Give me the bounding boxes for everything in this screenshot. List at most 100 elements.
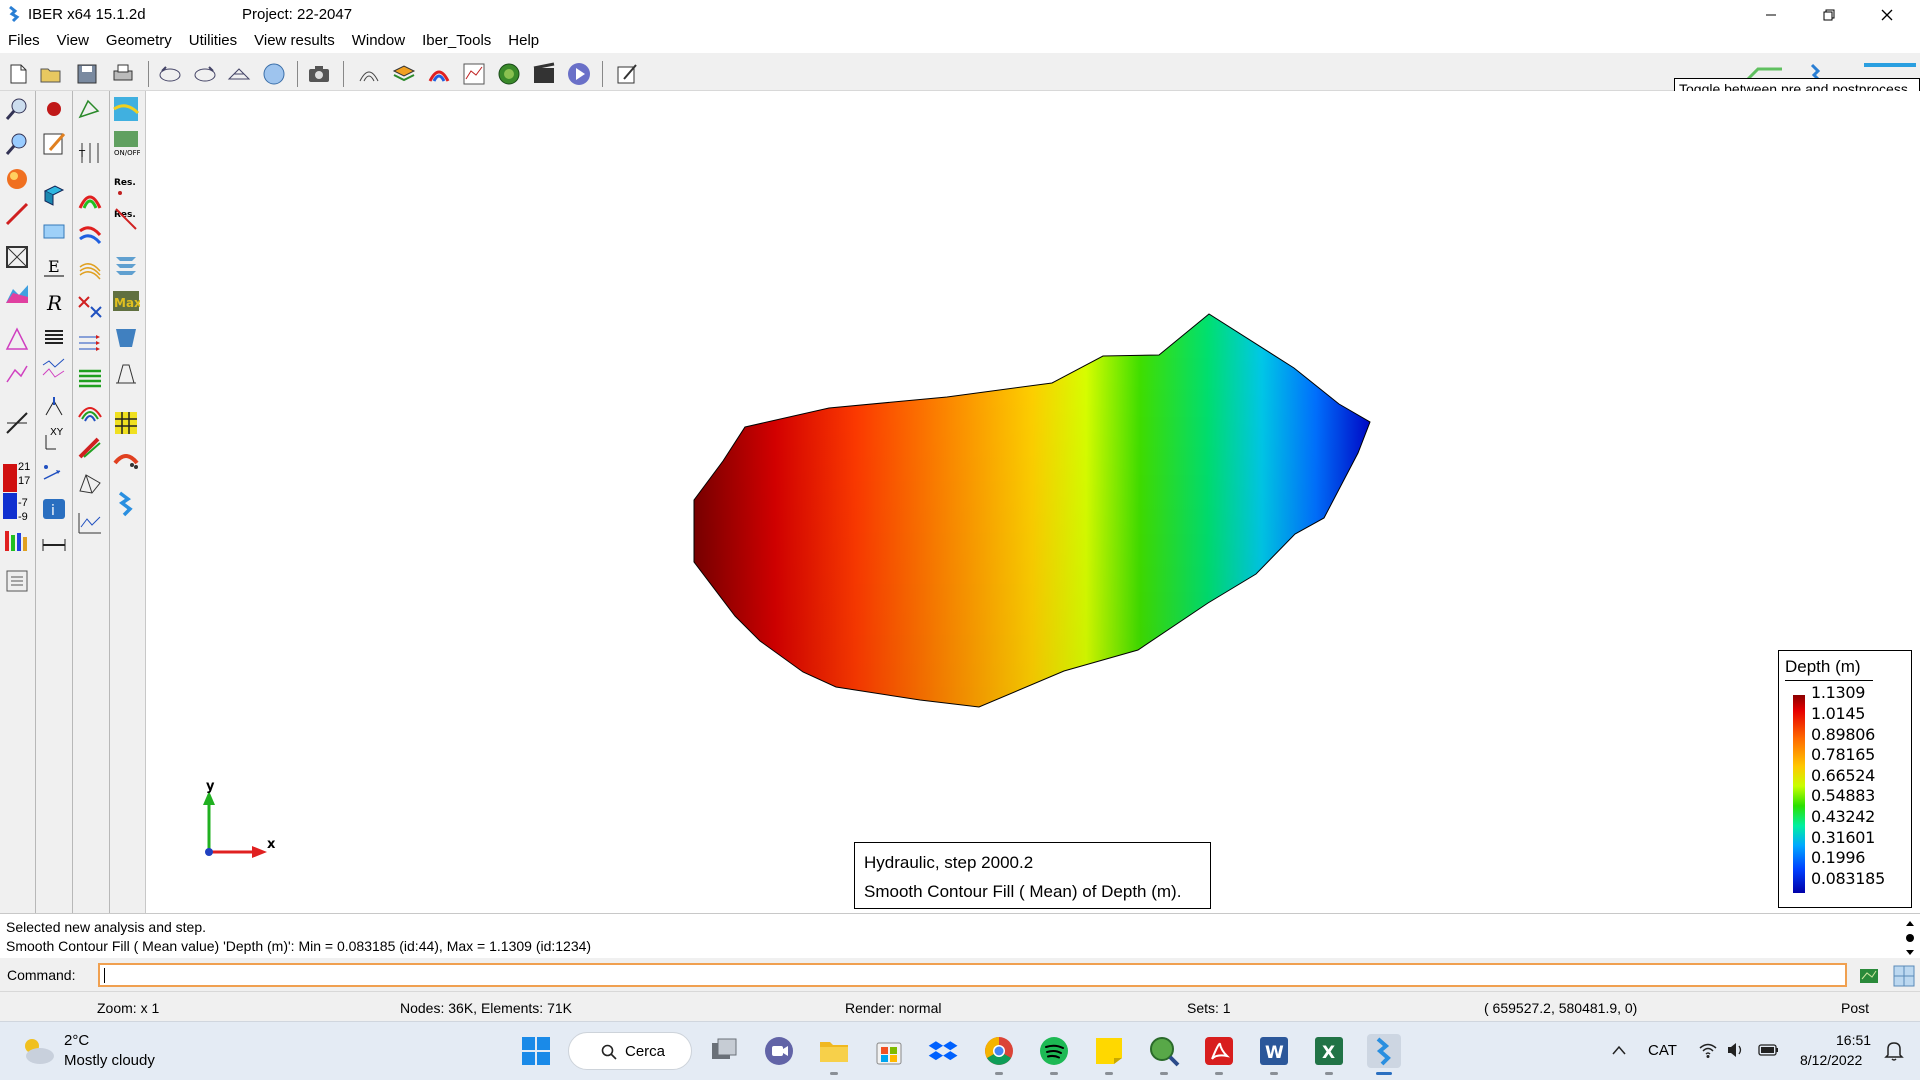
cloud-weather-icon[interactable] (20, 1036, 56, 1066)
surface-result-icon[interactable] (3, 279, 31, 307)
edit-tool-icon[interactable] (614, 61, 640, 87)
transform-icon[interactable] (40, 393, 68, 421)
text-lines-icon[interactable] (40, 323, 68, 351)
wifi-icon[interactable] (1698, 1041, 1718, 1059)
graph-icon[interactable] (461, 61, 487, 87)
terrain-icon[interactable] (496, 61, 522, 87)
windows-start-icon[interactable] (519, 1034, 553, 1068)
section-profile-icon[interactable] (112, 359, 140, 387)
minimize-button[interactable] (1742, 0, 1800, 29)
print-icon[interactable] (110, 61, 136, 87)
animation-icon[interactable] (531, 61, 557, 87)
dropbox-icon[interactable] (926, 1034, 960, 1068)
graph-lines-icon[interactable] (40, 355, 68, 383)
layers-icon[interactable] (391, 61, 417, 87)
file-explorer-icon[interactable] (817, 1034, 851, 1068)
measure-icon[interactable] (3, 200, 31, 228)
label-values-icon[interactable] (76, 293, 104, 321)
menu-view-results[interactable]: View results (246, 29, 344, 53)
language-indicator[interactable]: CAT (1648, 1042, 1677, 1059)
command-input[interactable] (98, 963, 1847, 987)
zoom-in-icon[interactable] (3, 95, 31, 123)
point-icon[interactable] (40, 95, 68, 123)
menu-window[interactable]: Window (344, 29, 414, 53)
max-values-icon[interactable]: Max (112, 287, 140, 315)
color-pen-icon[interactable] (76, 433, 104, 461)
elements-label-icon[interactable]: E (40, 252, 68, 280)
acrobat-icon[interactable] (1202, 1034, 1236, 1068)
camera-icon[interactable] (306, 61, 332, 87)
point-cloud-icon[interactable] (112, 445, 140, 473)
layers-stack-icon[interactable] (112, 251, 140, 279)
cut-plane-icon[interactable] (3, 409, 31, 437)
boundary-box-icon[interactable] (3, 243, 31, 271)
zoom-frame-icon[interactable] (3, 130, 31, 158)
microsoft-store-icon[interactable] (872, 1034, 906, 1068)
menu-help[interactable]: Help (500, 29, 548, 53)
battery-icon[interactable] (1758, 1042, 1780, 1058)
weather-description[interactable]: Mostly cloudy (64, 1052, 155, 1069)
mesh-view-icon[interactable] (226, 61, 252, 87)
profile-icon[interactable] (76, 469, 104, 497)
line-graph-icon[interactable] (3, 360, 31, 388)
qgis-search-icon[interactable] (1147, 1034, 1181, 1068)
stream-lines-icon[interactable] (76, 365, 104, 393)
rotate-view-icon[interactable] (157, 61, 183, 87)
spotify-icon[interactable] (1037, 1034, 1071, 1068)
sphere-icon[interactable] (261, 61, 287, 87)
distance-icon[interactable] (40, 531, 68, 559)
result-map-icon[interactable] (112, 95, 140, 123)
info-icon[interactable]: i (40, 495, 68, 523)
contour-fill-icon[interactable] (426, 61, 452, 87)
raster-icon[interactable]: T (76, 139, 104, 167)
word-icon[interactable]: W (1257, 1034, 1291, 1068)
results-label-icon[interactable]: Res. (112, 173, 140, 201)
mode-status[interactable]: Post (1841, 1000, 1869, 1016)
menu-geometry[interactable]: Geometry (98, 29, 181, 53)
time-graph-icon[interactable] (76, 509, 104, 537)
result-label-icon[interactable]: R (40, 289, 68, 317)
grid-icon[interactable] (112, 409, 140, 437)
save-icon[interactable] (74, 61, 100, 87)
color-bars-icon[interactable] (3, 527, 31, 555)
menu-utilities[interactable]: Utilities (181, 29, 246, 53)
contour-lines-tool-icon[interactable] (76, 257, 104, 285)
taskbar-search[interactable]: Cerca (568, 1032, 692, 1070)
menu-files[interactable]: Files (0, 29, 49, 53)
sticky-notes-icon[interactable] (1092, 1034, 1126, 1068)
message-scroll-icon[interactable] (1904, 918, 1916, 958)
close-button[interactable] (1858, 0, 1916, 29)
teams-chat-icon[interactable] (762, 1034, 796, 1068)
geometry-edit-icon[interactable] (76, 95, 104, 123)
open-folder-icon[interactable] (38, 61, 64, 87)
graphics-viewport[interactable]: y x (146, 91, 1920, 913)
surface-icon[interactable] (40, 181, 68, 209)
results-off-icon[interactable]: Res. (112, 205, 140, 233)
task-view-icon[interactable] (707, 1034, 741, 1068)
chevron-up-icon[interactable] (1611, 1044, 1627, 1056)
menu-iber-tools[interactable]: Iber_Tools (414, 29, 500, 53)
new-file-icon[interactable] (5, 61, 31, 87)
flow-vectors-icon[interactable] (76, 329, 104, 357)
grid-view-icon[interactable] (1892, 964, 1916, 988)
triangle-tool-icon[interactable] (3, 325, 31, 353)
menu-view[interactable]: View (49, 29, 98, 53)
contour-lines-icon[interactable] (356, 61, 382, 87)
pencil-icon[interactable] (40, 130, 68, 158)
clock-time[interactable]: 16:51 (1836, 1032, 1871, 1048)
coordinates-xy-icon[interactable]: XY (40, 423, 68, 451)
render-icon[interactable] (3, 165, 31, 193)
smooth-contour-icon[interactable] (76, 221, 104, 249)
play-icon[interactable] (566, 61, 592, 87)
terrain-view-icon[interactable] (1858, 965, 1880, 987)
clock-date[interactable]: 8/12/2022 (1800, 1052, 1862, 1068)
excel-icon[interactable]: X (1312, 1034, 1346, 1068)
vector-icon[interactable] (40, 459, 68, 487)
list-tool-icon[interactable] (3, 567, 31, 595)
iber-tool-icon[interactable] (112, 489, 140, 517)
chrome-icon[interactable] (982, 1034, 1016, 1068)
contour-fill-tool-icon[interactable] (76, 186, 104, 214)
bucket-icon[interactable] (112, 323, 140, 351)
rotate-axis-icon[interactable] (192, 61, 218, 87)
notification-bell-icon[interactable] (1884, 1040, 1904, 1062)
